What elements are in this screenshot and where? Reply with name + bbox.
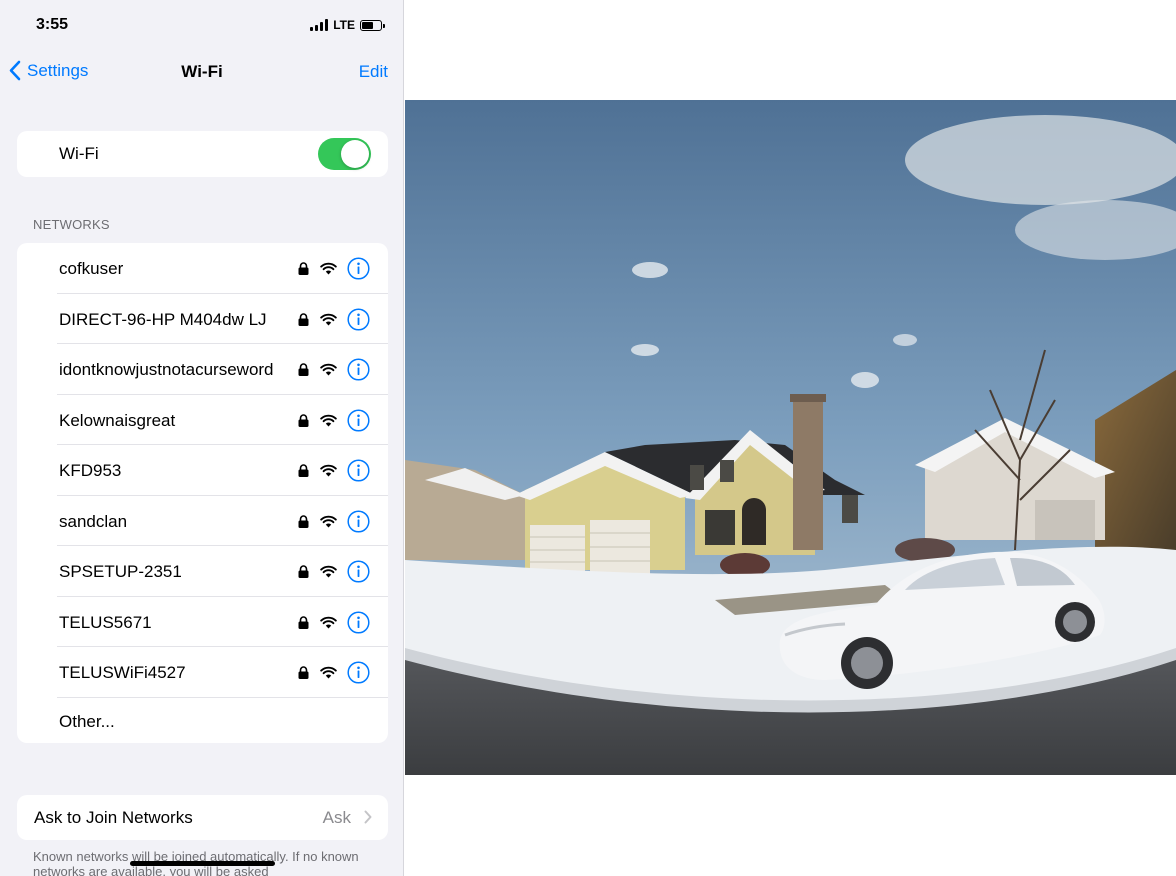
house-photo-image — [405, 100, 1176, 775]
wifi-toggle-row: Wi-Fi — [17, 131, 388, 177]
network-row[interactable]: SPSETUP-2351 — [17, 546, 388, 597]
network-row[interactable]: sandclan — [17, 496, 388, 546]
battery-icon — [360, 19, 385, 31]
page-title: Wi-Fi — [181, 62, 223, 81]
lock-icon — [298, 312, 309, 326]
lock-icon — [298, 413, 309, 427]
wifi-toggle[interactable] — [318, 138, 371, 170]
other-network-row[interactable]: Other... — [17, 698, 388, 743]
chevron-right-icon — [364, 810, 372, 824]
networks-list: cofkuser DIRECT-96-HP M404dw LJ idontknowj… — [17, 243, 388, 743]
network-name: TELUS5671 — [59, 612, 152, 632]
ask-to-join-value: Ask — [322, 808, 351, 827]
photo-house-snow — [405, 100, 1176, 775]
ask-to-join-label: Ask to Join Networks — [34, 808, 193, 827]
settings-pane: 3:55 LTE Settings Wi-Fi Edit Wi-Fi NETWO… — [0, 0, 404, 876]
info-icon[interactable] — [347, 661, 370, 684]
wifi-signal-icon — [320, 363, 337, 376]
wifi-signal-icon — [320, 262, 337, 275]
network-name: cofkuser — [59, 259, 124, 278]
wifi-signal-icon — [320, 464, 337, 477]
home-indicator[interactable] — [130, 861, 275, 866]
wifi-label: Wi-Fi — [59, 144, 99, 163]
wifi-signal-icon — [320, 666, 337, 679]
wifi-signal-icon — [320, 565, 337, 578]
network-row[interactable]: cofkuser — [17, 243, 388, 294]
network-name: KFD953 — [59, 461, 122, 480]
navigation-bar: Settings Wi-Fi Edit — [0, 50, 403, 94]
network-row[interactable]: KFD953 — [17, 445, 388, 496]
network-row[interactable]: TELUS5671 — [17, 597, 388, 647]
network-name: sandclan — [59, 511, 128, 531]
network-name: SPSETUP-2351 — [59, 562, 182, 581]
wifi-signal-icon — [320, 616, 337, 628]
lock-icon — [298, 363, 309, 376]
wifi-signal-icon — [320, 515, 337, 527]
status-indicators: LTE — [310, 18, 385, 32]
lock-icon — [298, 565, 309, 578]
network-name: Kelownaisgreat — [59, 410, 176, 430]
edit-button[interactable]: Edit — [359, 62, 388, 82]
lock-icon — [298, 464, 309, 477]
network-name: idontknowjustnotacurseword — [59, 360, 274, 379]
network-type: LTE — [333, 18, 355, 32]
networks-section-header: NETWORKS — [33, 217, 110, 232]
info-icon[interactable] — [347, 358, 370, 381]
wifi-signal-icon — [320, 414, 337, 426]
network-row[interactable]: DIRECT-96-HP M404dw LJ — [17, 294, 388, 344]
lock-icon — [298, 666, 309, 679]
info-icon[interactable] — [347, 408, 370, 432]
status-time: 3:55 — [36, 16, 69, 33]
ask-to-join-row[interactable]: Ask to Join Networks Ask — [17, 795, 388, 840]
network-name: TELUSWiFi4527 — [59, 663, 186, 682]
network-row[interactable]: idontknowjustnotacurseword — [17, 344, 388, 395]
lock-icon — [298, 615, 309, 629]
info-icon[interactable] — [347, 307, 370, 331]
wifi-signal-icon — [320, 313, 337, 325]
lock-icon — [298, 262, 309, 275]
status-bar: 3:55 LTE — [0, 0, 403, 50]
network-name: DIRECT-96-HP M404dw LJ — [59, 309, 267, 329]
cellular-signal-icon — [310, 19, 329, 31]
network-row[interactable]: Kelownaisgreat — [17, 395, 388, 445]
lock-icon — [298, 514, 309, 528]
info-icon[interactable] — [347, 610, 370, 634]
other-network-label: Other... — [59, 712, 115, 731]
network-row[interactable]: TELUSWiFi4527 — [17, 647, 388, 698]
info-icon[interactable] — [347, 560, 370, 583]
info-icon[interactable] — [347, 459, 370, 482]
info-icon[interactable] — [347, 509, 370, 533]
info-icon[interactable] — [347, 257, 370, 280]
